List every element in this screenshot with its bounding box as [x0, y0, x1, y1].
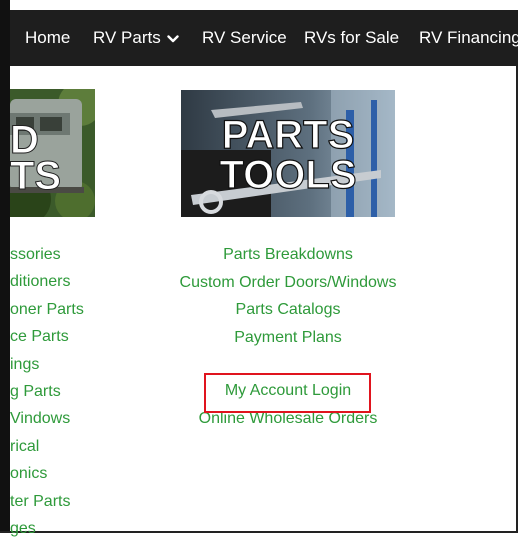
payment-plans-link[interactable]: Payment Plans: [140, 324, 436, 352]
top-edge: [0, 0, 518, 10]
left-link[interactable]: ssories: [10, 241, 140, 268]
used-parts-image[interactable]: D TS: [10, 89, 95, 217]
nav-rv-service[interactable]: RV Service: [202, 10, 287, 66]
parts-catalogs-link[interactable]: Parts Catalogs: [140, 296, 436, 324]
left-link[interactable]: oner Parts: [10, 296, 140, 323]
chevron-down-icon: [167, 11, 179, 66]
left-link[interactable]: ter Parts: [10, 488, 140, 515]
left-link[interactable]: g Parts: [10, 378, 140, 405]
left-link[interactable]: rical: [10, 433, 140, 460]
my-account-login-link[interactable]: My Account Login: [140, 377, 436, 405]
page-frame: Home RV Parts RV Service RVs for Sale RV…: [0, 0, 518, 537]
nav-home[interactable]: Home: [25, 10, 70, 66]
online-wholesale-orders-link[interactable]: Online Wholesale Orders: [140, 405, 436, 433]
left-link[interactable]: ings: [10, 351, 140, 378]
parts-tools-image[interactable]: PARTS TOOLS: [181, 90, 395, 217]
parts-breakdowns-link[interactable]: Parts Breakdowns: [140, 241, 436, 269]
main-navigation: Home RV Parts RV Service RVs for Sale RV…: [10, 10, 518, 66]
custom-order-doors-windows-link[interactable]: Custom Order Doors/Windows: [140, 269, 436, 297]
parts-text: PARTS: [222, 113, 355, 157]
nav-rv-financing[interactable]: RV Financing: [419, 10, 518, 66]
left-edge: [0, 0, 10, 533]
link-group-spacer: [140, 351, 436, 377]
tools-text: TOOLS: [219, 153, 356, 197]
left-link[interactable]: ce Parts: [10, 323, 140, 350]
nav-rvs-for-sale[interactable]: RVs for Sale: [304, 10, 399, 66]
nav-rv-parts[interactable]: RV Parts: [93, 10, 179, 66]
left-link[interactable]: onics: [10, 460, 140, 487]
nav-rv-parts-label: RV Parts: [93, 28, 161, 47]
left-link[interactable]: Vindows: [10, 405, 140, 432]
left-link[interactable]: ges: [10, 515, 140, 542]
left-link-column: ssories ditioners oner Parts ce Parts in…: [10, 241, 140, 542]
parts-tools-link-column: Parts Breakdowns Custom Order Doors/Wind…: [140, 241, 436, 432]
used-parts-text-2: TS: [10, 154, 61, 198]
left-link[interactable]: ditioners: [10, 268, 140, 295]
